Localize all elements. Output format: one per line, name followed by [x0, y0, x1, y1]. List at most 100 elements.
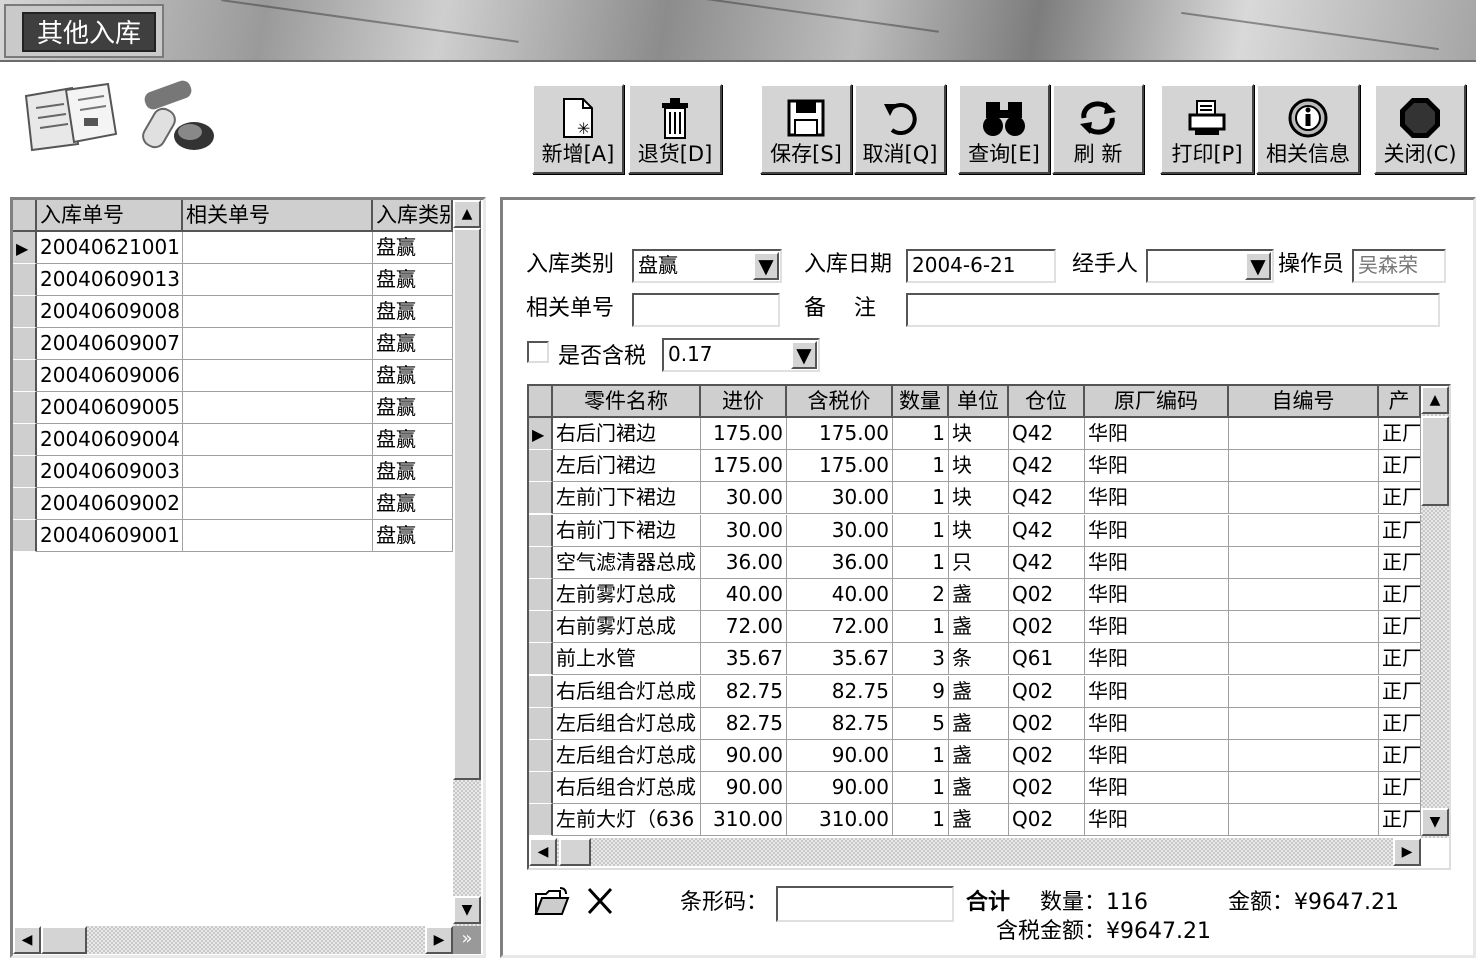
- parts-grid-hscrollbar[interactable]: ◀ ▶: [529, 838, 1421, 866]
- parts-cell: [1229, 514, 1379, 547]
- list-row[interactable]: 20040609001 盘赢: [13, 520, 453, 552]
- tax-included-checkbox[interactable]: [527, 341, 549, 363]
- related-no-field[interactable]: [632, 293, 780, 327]
- chevron-down-icon[interactable]: ▼: [791, 341, 817, 369]
- col-header-receipt-type[interactable]: 入库类别: [373, 200, 453, 232]
- parts-row[interactable]: 前上水管 35.67 35.67 3 条 Q61 华阳 正厂: [529, 643, 1421, 676]
- parts-row[interactable]: 左后组合灯总成 90.00 90.00 1 盏 Q02 华阳 正厂: [529, 740, 1421, 772]
- remark-field[interactable]: [906, 293, 1440, 327]
- scroll-down-arrow-icon[interactable]: ▼: [1421, 808, 1449, 836]
- close-button[interactable]: 关闭(C): [1374, 84, 1466, 174]
- scroll-thumb[interactable]: [41, 926, 87, 954]
- return-button[interactable]: 退货[D]: [628, 84, 722, 174]
- related-info-button[interactable]: 相关信息: [1256, 84, 1360, 174]
- open-folder-icon[interactable]: [534, 886, 570, 918]
- barcode-field[interactable]: [776, 886, 954, 922]
- row-indicator: [529, 546, 553, 579]
- cancel-button[interactable]: 取消[Q]: [854, 84, 946, 174]
- parts-col-header[interactable]: 原厂编码: [1085, 386, 1229, 418]
- scroll-right-arrow-icon[interactable]: ▶: [425, 926, 453, 954]
- parts-cell: 1: [893, 772, 949, 805]
- parts-col-header[interactable]: 数量: [893, 386, 949, 418]
- parts-row[interactable]: 左前大灯（636 310.00 310.00 1 盏 Q02 华阳 正厂: [529, 804, 1421, 837]
- parts-row[interactable]: 左后组合灯总成 82.75 82.75 5 盏 Q02 华阳 正厂: [529, 707, 1421, 740]
- parts-cell: 左前门下裙边: [553, 482, 701, 515]
- parts-grid-vscrollbar[interactable]: ▲ ▼: [1421, 386, 1449, 838]
- row-indicator: [13, 360, 37, 392]
- chevron-down-icon[interactable]: ▼: [1245, 252, 1271, 280]
- operator-label: 操作员: [1278, 252, 1345, 277]
- list-row[interactable]: 20040609002 盘赢: [13, 488, 453, 520]
- cell-no: 20040621001: [37, 232, 183, 264]
- parts-row[interactable]: 右后组合灯总成 90.00 90.00 1 盏 Q02 华阳 正厂: [529, 772, 1421, 805]
- handler-select[interactable]: ▼: [1146, 249, 1274, 283]
- scroll-right-arrow-icon[interactable]: ▶: [1393, 838, 1421, 866]
- scroll-thumb[interactable]: [1421, 416, 1449, 506]
- expand-icon[interactable]: »: [453, 926, 481, 954]
- parts-row[interactable]: 左前雾灯总成 40.00 40.00 2 盏 Q02 华阳 正厂: [529, 579, 1421, 611]
- parts-row[interactable]: 空气滤清器总成 36.00 36.00 1 只 Q42 华阳 正厂: [529, 546, 1421, 579]
- receipt-list-hscrollbar[interactable]: ◀ ▶: [13, 926, 453, 954]
- list-row[interactable]: 20040609005 盘赢: [13, 392, 453, 424]
- parts-col-header[interactable]: 产: [1379, 386, 1421, 418]
- scroll-up-arrow-icon[interactable]: ▲: [453, 200, 481, 228]
- cell-rel: [183, 520, 373, 552]
- new-button[interactable]: ✳ 新增[A]: [532, 84, 624, 174]
- list-row[interactable]: 20040609008 盘赢: [13, 296, 453, 328]
- row-indicator: [13, 296, 37, 328]
- current-row-arrow-icon: ▶: [16, 239, 29, 258]
- row-indicator: [13, 392, 37, 424]
- parts-row[interactable]: 左后门裙边 175.00 175.00 1 块 Q42 华阳 正厂: [529, 450, 1421, 483]
- save-button[interactable]: 保存[S]: [760, 84, 852, 174]
- row-indicator: [529, 450, 553, 483]
- parts-cell: [1229, 740, 1379, 772]
- parts-cell: 块: [949, 514, 1009, 547]
- refresh-button[interactable]: 刷 新: [1052, 84, 1144, 174]
- scroll-thumb[interactable]: [559, 838, 591, 866]
- list-row[interactable]: 20040609007 盘赢: [13, 328, 453, 360]
- col-header-receipt-no[interactable]: 入库单号: [37, 200, 183, 232]
- list-row[interactable]: 20040609004 盘赢: [13, 424, 453, 456]
- current-row-arrow-icon: ▶: [532, 425, 545, 444]
- list-row[interactable]: 20040609006 盘赢: [13, 360, 453, 392]
- tax-rate-select[interactable]: 0.17 ▼: [662, 338, 820, 372]
- cell-type: 盘赢: [373, 296, 453, 328]
- list-row[interactable]: 20040609013 盘赢: [13, 264, 453, 296]
- col-header-related-no[interactable]: 相关单号: [183, 200, 373, 232]
- parts-col-header[interactable]: 零件名称: [553, 386, 701, 418]
- parts-row[interactable]: 右前门下裙边 30.00 30.00 1 块 Q42 华阳 正厂: [529, 514, 1421, 547]
- parts-col-header[interactable]: 单位: [949, 386, 1009, 418]
- delete-x-icon[interactable]: [586, 886, 614, 916]
- parts-col-header[interactable]: 含税价: [787, 386, 893, 418]
- parts-cell: 1: [893, 611, 949, 644]
- list-row[interactable]: 20040609003 盘赢: [13, 456, 453, 488]
- parts-col-header[interactable]: 进价: [701, 386, 787, 418]
- parts-cell: 正厂: [1379, 579, 1421, 611]
- date-field[interactable]: 2004-6-21: [906, 249, 1056, 283]
- floppy-disk-icon: [787, 99, 825, 137]
- print-button[interactable]: 打印[P]: [1160, 84, 1254, 174]
- scroll-left-arrow-icon[interactable]: ◀: [13, 926, 41, 954]
- list-row[interactable]: ▶ 20040621001 盘赢: [13, 232, 453, 264]
- scroll-left-arrow-icon[interactable]: ◀: [529, 838, 557, 866]
- receipt-list-vscrollbar[interactable]: ▲ ▼: [453, 200, 481, 926]
- chevron-down-icon[interactable]: ▼: [753, 252, 779, 280]
- parts-col-header[interactable]: 仓位: [1009, 386, 1085, 418]
- parts-cell: 1: [893, 546, 949, 579]
- parts-grid-header: 零件名称 进价 含税价 数量 单位 仓位 原厂编码 自编号产: [529, 386, 1421, 418]
- category-select[interactable]: 盘赢 ▼: [632, 249, 782, 283]
- query-button[interactable]: 查询[E]: [958, 84, 1050, 174]
- parts-cell: 正厂: [1379, 611, 1421, 644]
- parts-cell: 华阳: [1085, 546, 1229, 579]
- receipt-list-header: 入库单号 相关单号 入库类别: [13, 200, 453, 232]
- scroll-down-arrow-icon[interactable]: ▼: [453, 896, 481, 924]
- parts-cell: 右前门下裙边: [553, 514, 701, 547]
- scroll-up-arrow-icon[interactable]: ▲: [1421, 386, 1449, 414]
- parts-col-header[interactable]: 自编号: [1229, 386, 1379, 418]
- parts-row[interactable]: 左前门下裙边 30.00 30.00 1 块 Q42 华阳 正厂: [529, 482, 1421, 515]
- parts-row[interactable]: 右前雾灯总成 72.00 72.00 1 盏 Q02 华阳 正厂: [529, 611, 1421, 644]
- row-indicator: [529, 643, 553, 676]
- scroll-thumb[interactable]: [453, 228, 481, 780]
- parts-row[interactable]: 右后组合灯总成 82.75 82.75 9 盏 Q02 华阳 正厂: [529, 675, 1421, 708]
- parts-row[interactable]: ▶ 右后门裙边 175.00 175.00 1 块 Q42 华阳 正厂: [529, 418, 1421, 450]
